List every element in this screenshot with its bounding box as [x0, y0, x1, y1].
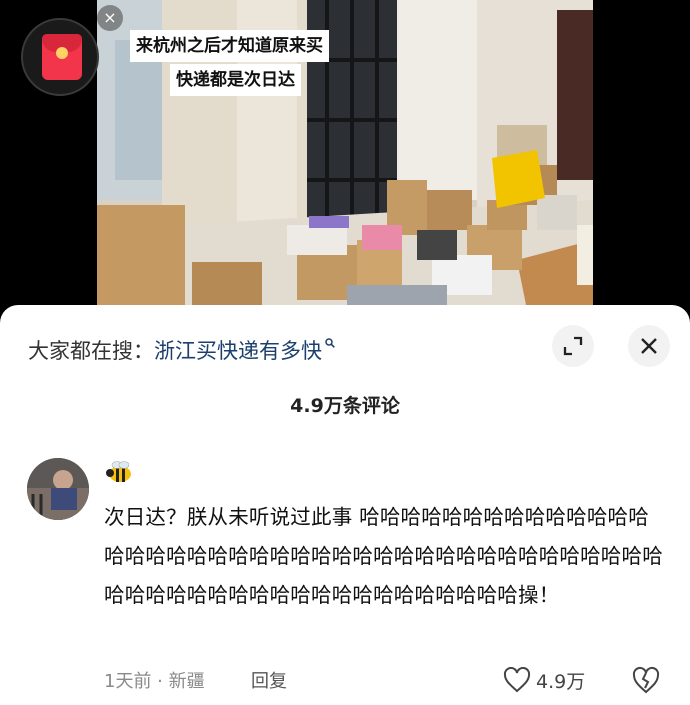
comment-meta: 1天前 · 新疆	[104, 667, 205, 693]
meta-separator: ·	[151, 671, 169, 692]
reply-button[interactable]: 回复	[251, 667, 287, 693]
avatar[interactable]	[27, 458, 89, 520]
bee-emoji-icon	[106, 461, 131, 482]
video-caption: 来杭州之后才知道原来买 快递都是次日达	[130, 30, 329, 98]
close-icon: ×	[103, 8, 117, 27]
comment-location: 新疆	[168, 671, 205, 692]
red-envelope-icon	[42, 34, 82, 80]
search-icon	[325, 338, 335, 348]
close-icon	[641, 338, 657, 354]
trending-search-term[interactable]: 浙江买快递有多快	[154, 339, 322, 363]
close-comments-button[interactable]	[628, 325, 670, 367]
like-count: 4.9万	[536, 671, 586, 693]
red-envelope-button[interactable]	[21, 18, 99, 96]
caption-line-2: 快递都是次日达	[170, 64, 301, 96]
close-video-button[interactable]: ×	[97, 5, 123, 31]
video-player[interactable]: × 来杭州之后才知道原来买 快递都是次日达	[0, 0, 690, 310]
expand-icon	[563, 336, 583, 356]
broken-heart-icon[interactable]	[632, 666, 660, 694]
comment-panel: 大家都在搜：浙江买快递有多快 4.9万条评论 次日达？朕从未听说过此事 哈哈哈哈…	[0, 305, 690, 705]
expand-button[interactable]	[552, 325, 594, 367]
caption-line-1: 来杭州之后才知道原来买	[130, 30, 329, 62]
comment-text: 次日达？朕从未听说过此事 哈哈哈哈哈哈哈哈哈哈哈哈哈哈哈哈哈哈哈哈哈哈哈哈哈哈哈…	[104, 505, 663, 607]
trending-search-label: 大家都在搜：	[28, 339, 154, 363]
trending-search[interactable]: 大家都在搜：浙江买快递有多快	[28, 335, 335, 365]
heart-icon[interactable]	[503, 667, 531, 693]
comment-count: 4.9万条评论	[290, 395, 400, 417]
comment-time: 1天前	[104, 671, 152, 692]
avatar-image	[27, 458, 89, 520]
